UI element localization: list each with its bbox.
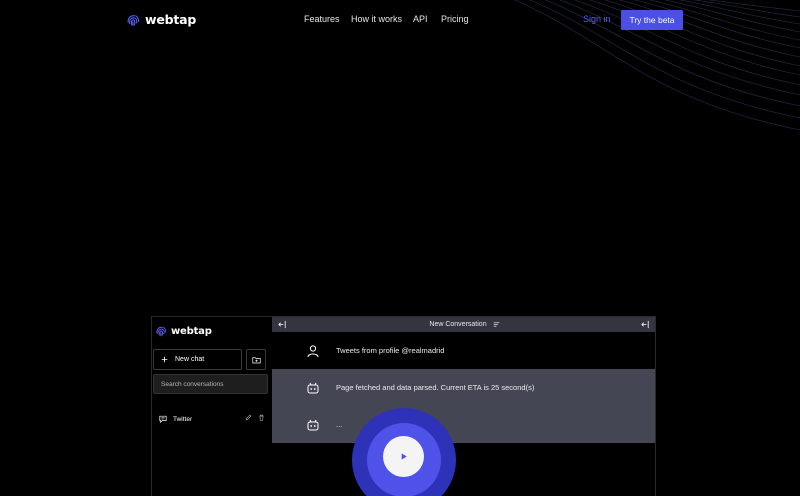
robot-icon [307,382,319,393]
sign-in-link[interactable]: Sign in [583,14,611,24]
nav-link-api[interactable]: API [413,14,428,24]
conversation-title: Twitter [173,415,193,423]
fingerprint-logo-icon [156,326,167,337]
top-nav: webtap Features How it works API Pricing… [0,0,800,40]
fingerprint-logo-icon [127,14,140,26]
nav-link-features[interactable]: Features [304,14,340,24]
folder-plus-icon [251,356,261,363]
play-icon [401,453,407,460]
brand-logo[interactable]: webtap [126,12,196,27]
sidebar-brand-logo[interactable]: webtap [155,325,212,337]
message-text: ... [336,420,343,429]
search-conversations-input[interactable] [153,374,268,394]
message-bot: ... [272,406,655,443]
message-bot: Page fetched and data parsed. Current ET… [272,369,655,406]
try-beta-button[interactable]: Try the beta [621,10,683,30]
nav-link-pricing[interactable]: Pricing [441,14,469,24]
play-video-button[interactable] [383,436,424,477]
chat-title: New Conversation [429,321,487,328]
robot-icon [307,419,319,430]
conversation-item[interactable]: Twitter [153,411,269,427]
trash-icon[interactable] [258,414,265,421]
chat-header: New Conversation [272,317,655,332]
plus-icon [161,356,168,363]
nav-link-how-it-works[interactable]: How it works [351,14,402,24]
message-text: Tweets from profile @realmadrid [336,346,445,355]
new-folder-button[interactable] [246,349,266,370]
user-icon [307,344,319,357]
edit-pencil-icon[interactable] [245,414,252,421]
brand-name: webtap [145,12,197,27]
new-chat-button[interactable]: New chat [153,349,242,370]
collapse-left-icon[interactable] [278,320,287,329]
menu-lines-icon[interactable] [493,321,500,328]
sidebar: webtap New chat Twitter [152,317,272,496]
chat-bubble-icon [159,415,167,423]
collapse-right-icon[interactable] [641,320,650,329]
sidebar-brand-name: webtap [171,325,212,337]
message-text: Page fetched and data parsed. Current ET… [336,383,535,392]
chat-main: New Conversation Tweets from profile @re… [272,317,655,496]
new-chat-label: New chat [175,356,205,363]
message-user: Tweets from profile @realmadrid [272,332,655,369]
